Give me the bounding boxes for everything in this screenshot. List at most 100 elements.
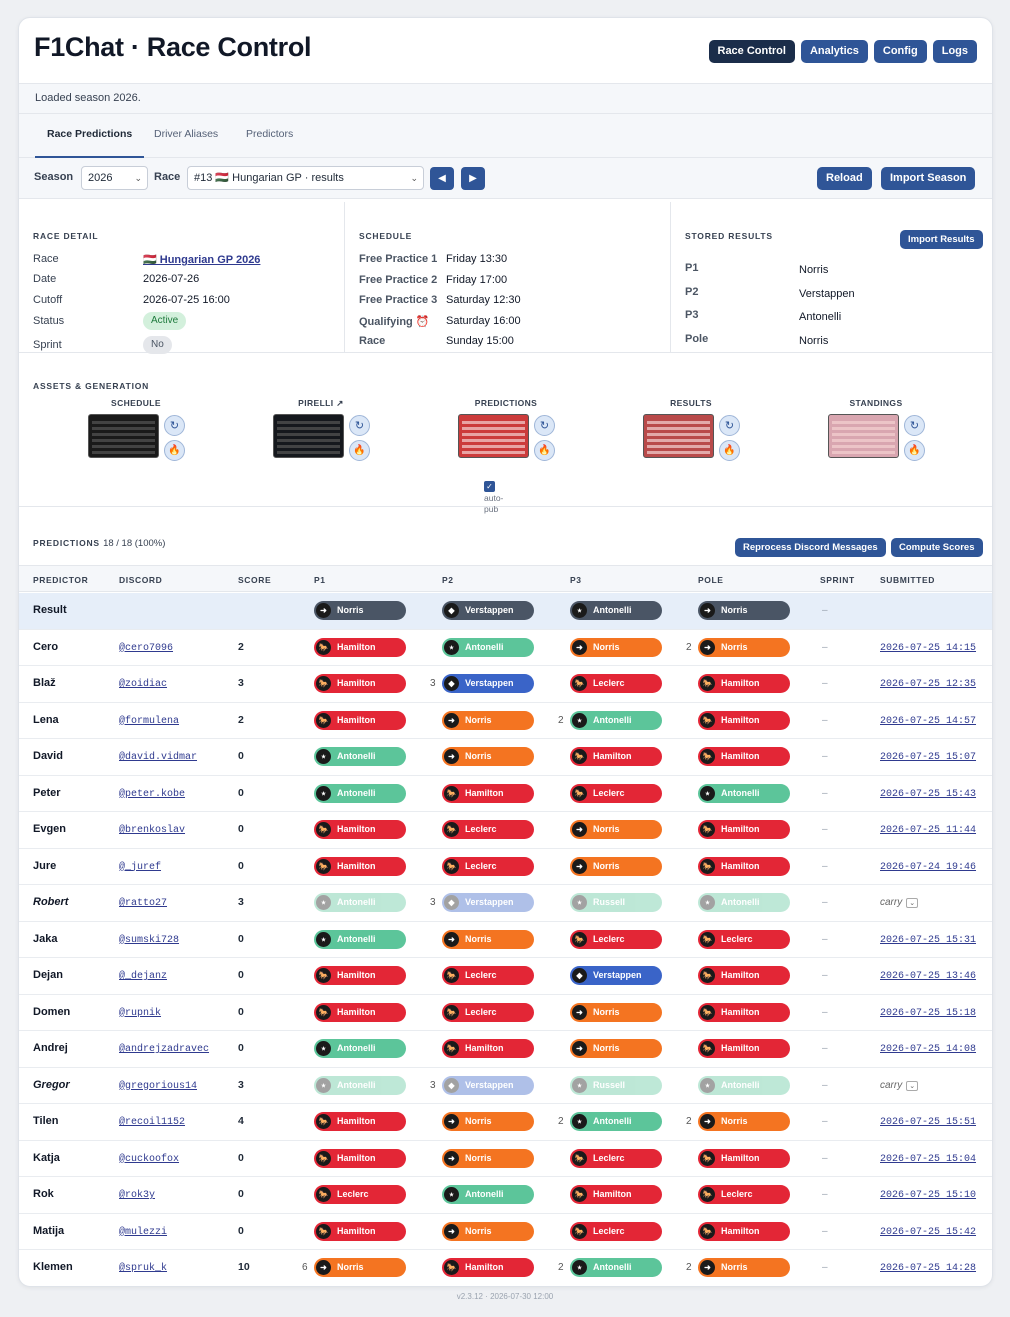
submitted-time[interactable]: 2026-07-25 15:07 <box>880 752 976 763</box>
discord-handle[interactable]: @_dejanz <box>119 971 167 982</box>
driver-name: Norris <box>337 605 364 615</box>
publish-icon[interactable]: 🔥 <box>349 440 370 461</box>
driver-name: Verstappen <box>465 605 514 615</box>
import-season-button[interactable]: Import Season <box>881 167 976 190</box>
reload-button[interactable]: Reload <box>817 167 872 190</box>
prev-race-button[interactable]: ◀ <box>430 167 454 190</box>
tab-predictors[interactable]: Predictors <box>246 114 293 158</box>
driver-name: Verstappen <box>465 1079 514 1090</box>
next-race-button[interactable]: ▶ <box>461 167 485 190</box>
nav-analytics[interactable]: Analytics <box>800 40 868 63</box>
regenerate-icon[interactable]: ↻ <box>719 415 740 436</box>
expand-icon[interactable]: ⌄ <box>906 898 919 908</box>
driver-name: Hamilton <box>721 751 760 761</box>
nav-logs[interactable]: Logs <box>932 40 977 63</box>
expand-icon[interactable]: ⌄ <box>906 1080 919 1091</box>
discord-handle[interactable]: @david.vidmar <box>119 752 197 763</box>
driver-pill: ➜ Norris <box>314 1258 406 1277</box>
discord-handle[interactable]: @cero7096 <box>119 643 173 654</box>
publish-icon[interactable]: 🔥 <box>164 440 185 461</box>
discord-handle[interactable]: @brenkoslav <box>119 825 185 836</box>
asset-thumbnail[interactable] <box>828 414 899 458</box>
submitted-time[interactable]: 2026-07-25 15:18 <box>880 1008 976 1019</box>
submitted-time[interactable]: 2026-07-25 14:15 <box>880 643 976 654</box>
discord-handle[interactable]: @rupnik <box>119 1008 161 1019</box>
discord-handle[interactable]: @sumski728 <box>119 935 179 946</box>
driver-pill: ◆ Verstappen <box>442 601 534 620</box>
publish-icon[interactable]: 🔥 <box>534 440 555 461</box>
season-label: Season <box>34 171 74 183</box>
submitted-time[interactable]: 2026-07-25 15:43 <box>880 789 976 800</box>
driver-pill: 🐎 Hamilton <box>442 1258 534 1277</box>
asset-thumbnail[interactable] <box>458 414 529 458</box>
driver-pill: 🐎 Hamilton <box>314 637 406 657</box>
driver-name: Leclerc <box>721 1189 753 1199</box>
publish-icon[interactable]: 🔥 <box>719 440 740 461</box>
schedule-key: Free Practice 3 <box>359 294 438 306</box>
discord-handle[interactable]: @mulezzi <box>119 1227 167 1238</box>
team-icon: 🐎 <box>700 1041 715 1056</box>
submitted-time[interactable]: 2026-07-25 14:28 <box>880 1263 976 1274</box>
discord-handle[interactable]: @spruk_k <box>119 1263 167 1274</box>
team-icon: 🐎 <box>700 1150 715 1166</box>
regenerate-icon[interactable]: ↻ <box>534 415 555 436</box>
asset-thumbnail[interactable] <box>273 414 344 458</box>
submitted-time[interactable]: 2026-07-25 15:51 <box>880 1117 976 1128</box>
import-results-button[interactable]: Import Results <box>900 230 983 249</box>
discord-handle[interactable]: @rok3y <box>119 1190 155 1201</box>
regenerate-icon[interactable]: ↻ <box>904 415 925 436</box>
driver-name: Norris <box>465 933 492 944</box>
submitted-time[interactable]: 2026-07-25 13:46 <box>880 971 976 982</box>
discord-handle[interactable]: @andrejzadravec <box>119 1044 209 1055</box>
discord-handle[interactable]: @ratto27 <box>119 898 167 909</box>
sprint-key: Sprint <box>33 339 62 351</box>
submitted-time[interactable]: 2026-07-25 15:04 <box>880 1154 976 1165</box>
reprocess-discord-button[interactable]: Reprocess Discord Messages <box>735 538 886 557</box>
discord-handle[interactable]: @peter.kobe <box>119 789 185 800</box>
discord-handle[interactable]: @formulena <box>119 716 179 727</box>
nav-config[interactable]: Config <box>873 40 927 63</box>
submitted-time[interactable]: 2026-07-25 14:57 <box>880 716 976 727</box>
driver-name: Leclerc <box>465 824 497 834</box>
table-row: David @david.vidmar 0 ⭑ Antonelli ➜ Norris 🐎 Ham… <box>19 739 992 776</box>
season-select[interactable]: 2026 ⌄ <box>81 166 148 190</box>
team-icon: 🐎 <box>700 1187 715 1202</box>
asset-thumbnail[interactable] <box>88 414 159 458</box>
discord-handle[interactable]: @zoidiac <box>119 679 167 690</box>
team-icon: ➜ <box>572 1004 587 1020</box>
tab-race-predictions[interactable]: Race Predictions <box>35 114 145 158</box>
team-icon: ➜ <box>700 1260 715 1275</box>
regenerate-icon[interactable]: ↻ <box>349 415 370 436</box>
footer-version: v2.3.12 · 2026-07-30 12:00 <box>456 1292 554 1301</box>
sprint-value: – <box>822 1189 828 1200</box>
discord-handle[interactable]: @recoil1152 <box>119 1117 185 1128</box>
regenerate-icon[interactable]: ↻ <box>164 415 185 436</box>
team-icon: 🐎 <box>572 1187 587 1202</box>
compute-scores-button[interactable]: Compute Scores <box>891 538 983 557</box>
race-select[interactable]: #13 🇭🇺 Hungarian GP · results ⌄ <box>187 166 424 190</box>
asset-name: PREDICTIONS <box>474 398 538 408</box>
discord-handle[interactable]: @gregorious14 <box>119 1081 197 1092</box>
discord-handle[interactable]: @_juref <box>119 862 161 873</box>
page-title: F1Chat · Race Control <box>34 32 312 62</box>
tab-driver-aliases[interactable]: Driver Aliases <box>154 114 218 158</box>
team-icon: ⭑ <box>316 895 331 910</box>
discord-handle[interactable]: @cuckoofox <box>119 1154 179 1165</box>
submitted-time[interactable]: 2026-07-25 14:08 <box>880 1044 976 1055</box>
submitted-time[interactable]: 2026-07-25 15:10 <box>880 1190 976 1201</box>
submitted-time[interactable]: 2026-07-25 15:31 <box>880 935 976 946</box>
submitted-time[interactable]: 2026-07-25 15:42 <box>880 1227 976 1238</box>
nav-race-control[interactable]: Race Control <box>708 40 795 63</box>
submitted-time[interactable]: 2026-07-24 19:46 <box>880 862 976 873</box>
score-value: 3 <box>238 1078 244 1091</box>
asset-thumbnail[interactable] <box>643 414 714 458</box>
submitted-time[interactable]: 2026-07-25 12:35 <box>880 679 976 690</box>
team-icon: 🐎 <box>316 822 331 837</box>
submitted-time[interactable]: 2026-07-25 11:44 <box>880 825 976 836</box>
race-link[interactable]: 🇭🇺 Hungarian GP 2026 <box>143 253 260 266</box>
points-value: 2 <box>558 714 564 726</box>
publish-icon[interactable]: 🔥 <box>904 440 925 461</box>
driver-name: Hamilton <box>337 1116 376 1126</box>
points-value: 2 <box>686 1116 692 1127</box>
driver-pill: 🐎 Hamilton <box>314 1112 406 1131</box>
